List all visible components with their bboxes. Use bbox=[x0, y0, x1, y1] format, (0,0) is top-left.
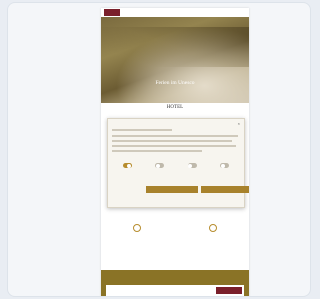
cookie-consent-modal: × bbox=[107, 118, 249, 208]
toggle-switch[interactable] bbox=[155, 163, 165, 168]
toggle-knob bbox=[127, 163, 131, 168]
consent-toggles bbox=[112, 161, 240, 168]
toggle-group bbox=[210, 161, 240, 168]
toggle-group bbox=[112, 161, 142, 168]
toggle-switch[interactable] bbox=[187, 163, 197, 168]
accept-all-button[interactable] bbox=[201, 186, 249, 193]
site-header bbox=[101, 8, 249, 17]
mountain-ridge bbox=[101, 27, 249, 67]
feature-circle-icon bbox=[209, 224, 217, 232]
feature-circle-icon bbox=[133, 224, 141, 232]
toggle-switch[interactable] bbox=[220, 163, 230, 168]
section-title: HOTEL bbox=[166, 105, 184, 110]
toggle-knob bbox=[155, 163, 160, 168]
toggle-knob bbox=[188, 163, 193, 168]
brand-logo[interactable] bbox=[104, 9, 120, 16]
toggle-knob bbox=[220, 163, 225, 168]
text-line bbox=[112, 140, 232, 142]
toggle-switch[interactable] bbox=[122, 163, 132, 168]
text-line bbox=[112, 135, 238, 137]
booking-band bbox=[101, 270, 249, 296]
close-icon[interactable]: × bbox=[238, 121, 240, 126]
accept-selected-button[interactable] bbox=[146, 186, 198, 193]
text-line bbox=[112, 145, 236, 147]
book-now-button[interactable] bbox=[216, 287, 242, 294]
preview-card: Ferien im Unesco HOTEL × bbox=[7, 2, 311, 297]
hero-title: Ferien im Unesco bbox=[155, 80, 195, 86]
toggle-group bbox=[177, 161, 207, 168]
hero-image: Ferien im Unesco bbox=[101, 17, 249, 103]
feature-item bbox=[107, 224, 167, 234]
text-line bbox=[112, 150, 202, 152]
website-screenshot: Ferien im Unesco HOTEL × bbox=[101, 8, 249, 296]
text-line bbox=[112, 129, 172, 131]
toggle-group bbox=[145, 161, 175, 168]
booking-bar bbox=[106, 285, 244, 296]
feature-item bbox=[183, 224, 243, 234]
